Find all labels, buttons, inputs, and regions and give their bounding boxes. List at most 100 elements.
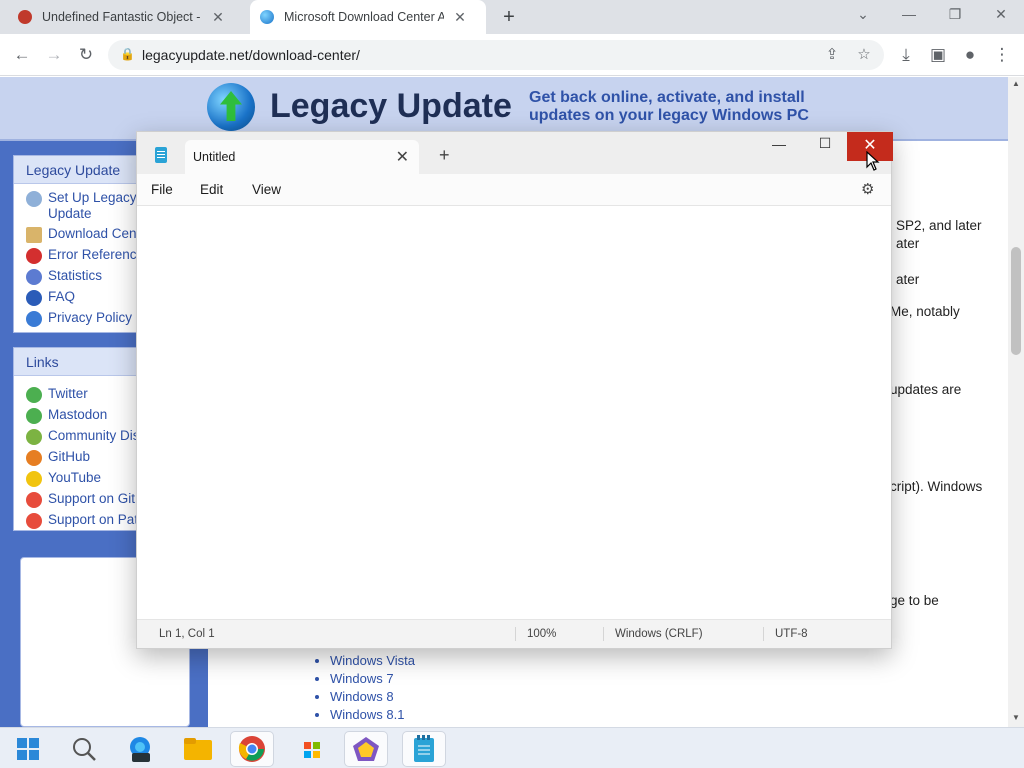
notepad-menu-bar: File Edit View ⚙ — [137, 174, 891, 206]
bookmark-star-icon[interactable]: ☆ — [854, 45, 874, 63]
sidebar-item-setup[interactable]: Set Up Legacy Update — [14, 188, 136, 224]
url-text: legacyupdate.net/download-center/ — [142, 47, 360, 63]
side-panel-icon[interactable]: ▣ — [926, 43, 950, 67]
scroll-down-icon[interactable]: ▼ — [1012, 713, 1020, 722]
sidebar-item-label: Support on Patreon — [48, 512, 136, 527]
notepad-minimize-button[interactable]: — — [759, 136, 799, 152]
os-link-windows-8-1[interactable]: Windows 8.1 — [330, 707, 415, 725]
content-text: cript). Windows — [890, 479, 983, 494]
notepad-maximize-button[interactable]: ☐ — [805, 135, 845, 152]
notepad-status-bar: Ln 1, Col 1 100% Windows (CRLF) UTF-8 — [137, 619, 891, 648]
menu-edit[interactable]: Edit — [200, 182, 223, 197]
cursor-position: Ln 1, Col 1 — [159, 628, 215, 640]
menu-file[interactable]: File — [151, 182, 173, 197]
lock-icon: 🔒 — [120, 47, 135, 61]
profile-avatar-icon[interactable]: ● — [958, 43, 982, 67]
download-center-icon — [26, 227, 42, 243]
legacy-update-logo-icon[interactable] — [207, 83, 255, 131]
encoding[interactable]: UTF-8 — [775, 628, 808, 640]
edge-beta-button[interactable] — [118, 731, 162, 767]
browser-toolbar: ← → ↻ 🔒 legacyupdate.net/download-center… — [0, 34, 1024, 76]
status-divider — [515, 627, 516, 641]
close-tab-icon[interactable]: ✕ — [210, 9, 226, 26]
sidebar-item-label: Support on GitHub — [48, 491, 136, 506]
os-link-windows-8[interactable]: Windows 8 — [330, 689, 415, 707]
help-icon — [26, 290, 42, 306]
error-icon — [26, 248, 42, 264]
notepad-text-area[interactable] — [137, 206, 891, 619]
new-tab-button[interactable]: + — [439, 145, 450, 166]
line-ending[interactable]: Windows (CRLF) — [615, 628, 703, 640]
scroll-up-icon[interactable]: ▲ — [1012, 79, 1020, 88]
sidebar-link-support-github[interactable]: Support on GitHub — [14, 489, 136, 510]
sidebar-item-faq[interactable]: FAQ — [14, 287, 136, 308]
menu-view[interactable]: View — [252, 182, 281, 197]
content-text: Me, notably — [890, 304, 960, 319]
sidebar-item-label: Download Center — [48, 226, 136, 241]
globe-icon — [26, 408, 42, 424]
file-explorer-button[interactable] — [176, 731, 220, 767]
sidebar-item-label: FAQ — [48, 289, 76, 304]
chrome-icon — [238, 736, 265, 762]
restore-button[interactable]: ❐ — [940, 6, 970, 23]
site-tagline: Get back online, activate, and install u… — [529, 89, 829, 125]
scrollbar-thumb[interactable] — [1011, 247, 1021, 355]
sidebar-item-statistics[interactable]: Statistics — [14, 266, 136, 287]
sidebar-link-twitter[interactable]: Twitter — [14, 384, 136, 405]
pentagon-app-icon — [353, 737, 379, 761]
search-button[interactable] — [62, 731, 106, 767]
sidebar-heading: Links — [14, 348, 136, 376]
sidebar-link-support-patreon[interactable]: Support on Patreon — [14, 510, 136, 531]
zoom-level[interactable]: 100% — [527, 628, 556, 640]
start-button[interactable] — [6, 731, 50, 767]
browser-tab-touhou[interactable]: Undefined Fantastic Object - Touhou ✕ — [8, 0, 248, 34]
site-brand[interactable]: Legacy Update — [270, 87, 512, 126]
status-divider — [603, 627, 604, 641]
sidebar-item-download-center[interactable]: Download Center — [14, 224, 136, 245]
reload-icon[interactable]: ↻ — [74, 43, 98, 67]
notepad-taskbar-button[interactable] — [402, 731, 446, 767]
sidebar-item-privacy-policy[interactable]: Privacy Policy — [14, 308, 136, 329]
address-bar[interactable]: 🔒 legacyupdate.net/download-center/ ⇪ ☆ — [108, 40, 884, 70]
sidebar-item-label: Mastodon — [48, 407, 108, 422]
sidebar-item-label: YouTube — [48, 470, 102, 485]
share-icon[interactable]: ⇪ — [822, 45, 842, 63]
sidebar-legacy-update: Legacy Update Set Up Legacy Update Downlo… — [13, 155, 137, 333]
browser-tab-strip: Undefined Fantastic Object - Touhou ✕ Mi… — [0, 0, 1024, 34]
os-link-windows-7[interactable]: Windows 7 — [330, 671, 415, 689]
settings-gear-icon[interactable]: ⚙ — [861, 180, 874, 198]
statistics-icon — [26, 269, 42, 285]
sidebar-link-discord[interactable]: Community Discord — [14, 426, 136, 447]
forward-arrow-icon[interactable]: → — [42, 43, 66, 67]
chrome-button[interactable] — [230, 731, 274, 767]
content-text: updates are — [890, 382, 962, 397]
touhou-favicon-icon — [18, 10, 32, 24]
heart-icon — [26, 513, 42, 529]
back-arrow-icon[interactable]: ← — [10, 43, 34, 67]
notepad-tab[interactable]: Untitled ✕ — [185, 140, 419, 174]
github-icon — [26, 450, 42, 466]
microsoft-store-button[interactable] — [290, 731, 334, 767]
sidebar-link-mastodon[interactable]: Mastodon — [14, 405, 136, 426]
close-tab-icon[interactable]: ✕ — [396, 147, 409, 167]
tab-search-chevron-icon[interactable]: ⌄ — [848, 6, 878, 23]
pentagon-app-button[interactable] — [344, 731, 388, 767]
page-scrollbar[interactable]: ▲ ▼ — [1008, 77, 1024, 727]
minimize-button[interactable]: — — [894, 6, 924, 22]
close-tab-icon[interactable]: ✕ — [452, 9, 468, 26]
sidebar-link-github[interactable]: GitHub — [14, 447, 136, 468]
notepad-title-bar[interactable]: Untitled ✕ + — ☐ ✕ — [137, 132, 893, 174]
menu-kebab-icon[interactable]: ⋮ — [990, 43, 1014, 67]
sidebar-item-error-reference[interactable]: Error Reference — [14, 245, 136, 266]
browser-tab-download-center[interactable]: Microsoft Download Center Archive ✕ — [250, 0, 486, 34]
new-tab-button[interactable]: + — [498, 7, 520, 29]
close-window-button[interactable]: ✕ — [986, 6, 1016, 23]
notepad-tab-title: Untitled — [193, 150, 236, 164]
sidebar-item-label: Community Discord — [48, 428, 136, 443]
os-link-vista[interactable]: Windows Vista — [330, 653, 415, 671]
info-icon — [26, 311, 42, 327]
tagline-line-2: updates on your legacy Windows PC — [529, 107, 809, 124]
tab-title: Microsoft Download Center Archive — [284, 10, 444, 24]
sidebar-link-youtube[interactable]: YouTube — [14, 468, 136, 489]
download-icon[interactable]: ⤓ — [894, 43, 918, 67]
